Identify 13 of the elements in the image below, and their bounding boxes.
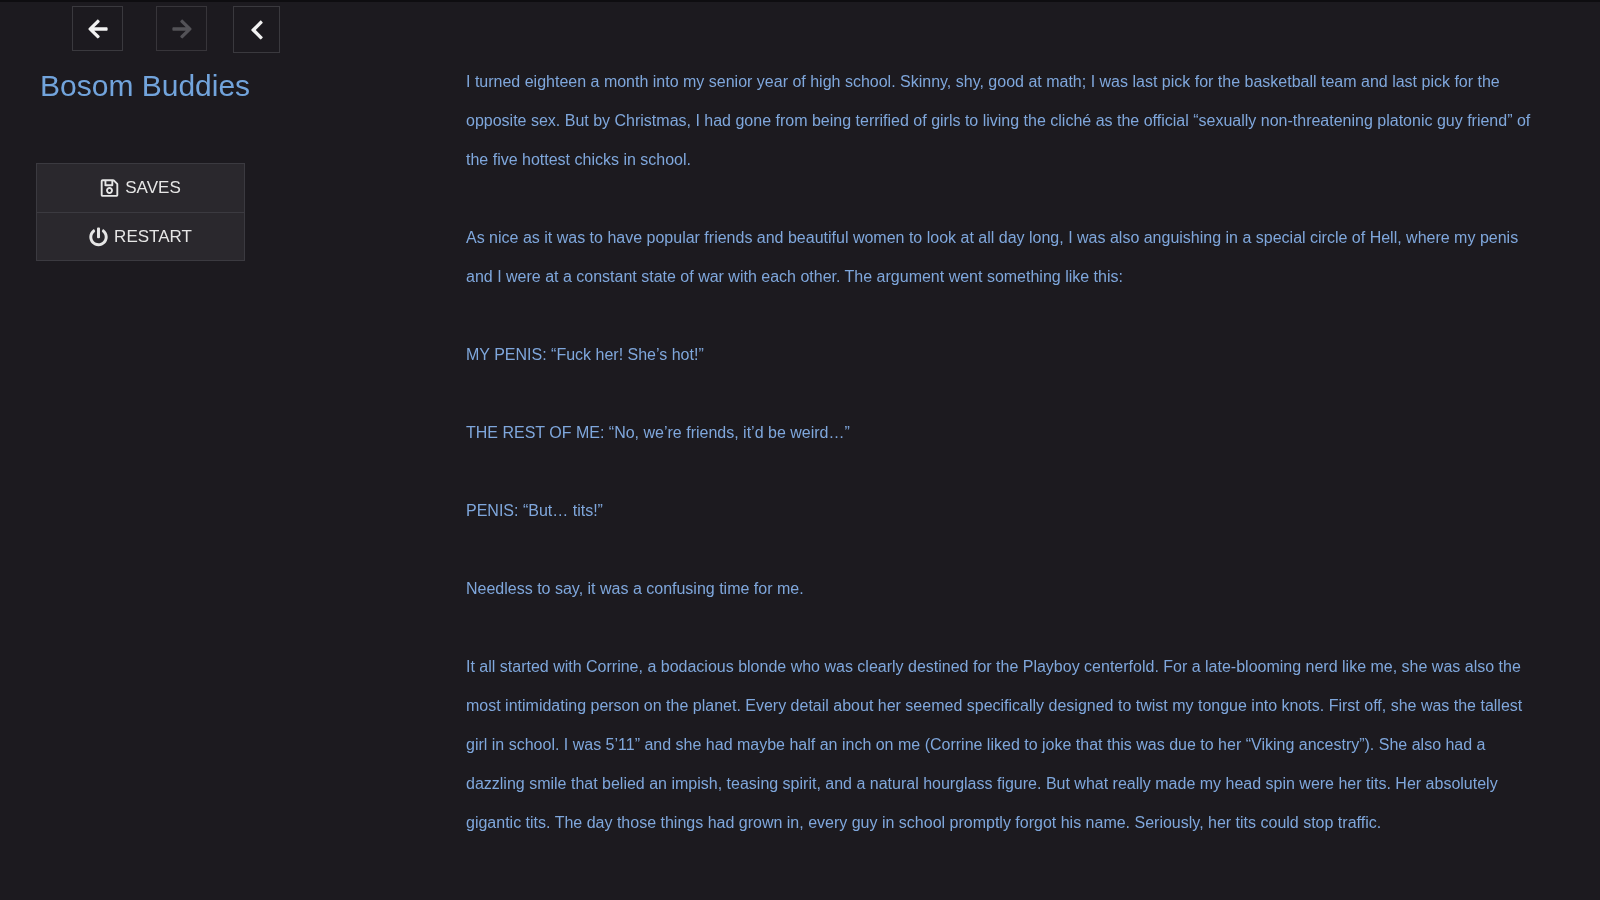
story-paragraph: PENIS: “But… tits!” <box>466 501 604 521</box>
power-icon <box>89 226 109 247</box>
story-title: Bosom Buddies <box>40 68 251 104</box>
story-paragraph: It all started with Corrine, a bodacious blonde who was clearly destined for the Playboy centerfold. For a late-blooming nerd like me, she was also the most intimidating person on the planet. Every detail about her seemed specifically designed to twist my tongue into knots. First off, she was the tallest girl in school. I was 5’11” and she had maybe half an inch on me (Corrine liked to joke that this was due to her “Viking ancestry”). She also had a dazzling smile that belied an impish, teasing spirit, and a natural hourglass figure. But what really made my head spin were her tits. Her absolutely gigantic tits. The day those things had grown in, every guy in school promptly forgot his name. Seriously, her tits could stop traffic. <box>466 657 1524 833</box>
story-paragraph: MY PENIS: “Fuck her! She’s hot!” <box>466 345 705 365</box>
collapse-button[interactable] <box>233 6 280 53</box>
back-button[interactable] <box>72 6 123 51</box>
story-paragraph: As nice as it was to have popular friends and beautiful women to look at all day long, I was also anguishing in a special circle of Hell, where my penis and I were at a constant state of war with each other. The argument went something like this: <box>466 228 1520 287</box>
story-paragraph: THE REST OF ME: “No, we’re friends, it’d be weird…” <box>466 423 851 443</box>
right-arrow-icon <box>170 17 193 40</box>
story-paragraph: Needless to say, it was a confusing time for me. <box>466 579 805 599</box>
left-arrow-icon <box>86 17 109 40</box>
story-paragraph: I turned eighteen a month into my senior year of high school. Skinny, shy, good at math; I was last pick for the basketball team and last pick for the opposite sex. But by Christmas, I had gone from being terrified of girls to living the cliché as the official “sexually non-threatening platonic guy friend” of the five hottest chicks in school. <box>466 72 1532 170</box>
